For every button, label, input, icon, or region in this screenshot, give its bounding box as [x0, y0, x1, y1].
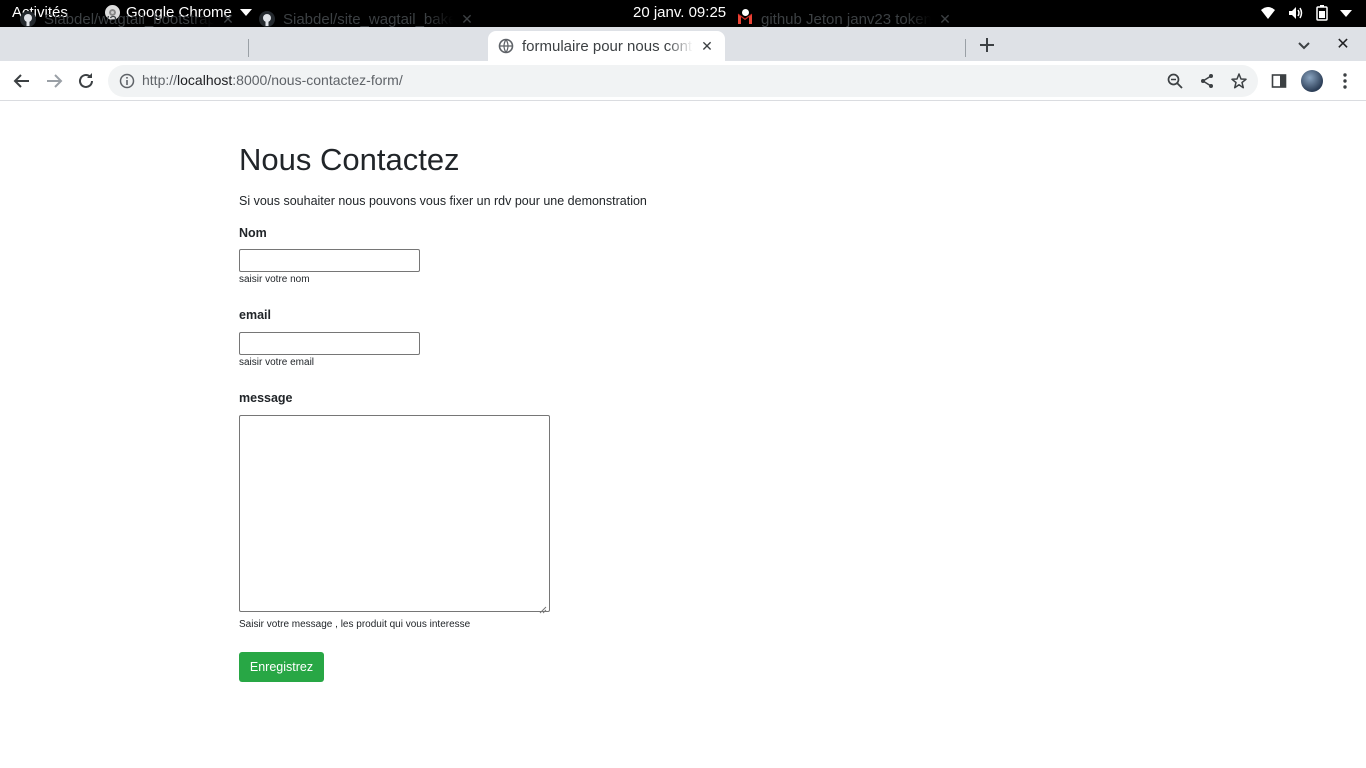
- caret-down-icon: [1340, 9, 1352, 17]
- clock-text: 20 janv. 09:25: [633, 4, 727, 21]
- page-title: Nous Contactez: [239, 142, 460, 177]
- tab-search-button[interactable]: [1294, 35, 1314, 55]
- close-tab-icon[interactable]: ✕: [937, 11, 953, 27]
- submit-button[interactable]: Enregistrez: [239, 652, 324, 682]
- url-path: :8000/nous-contactez-form/: [232, 72, 403, 88]
- email-help-text: saisir votre email: [239, 357, 315, 368]
- window-close-button[interactable]: ✕: [1334, 35, 1352, 53]
- battery-icon: [1316, 5, 1328, 21]
- resize-grip-icon[interactable]: [539, 601, 547, 614]
- volume-icon: [1288, 6, 1304, 20]
- globe-icon: [498, 38, 514, 54]
- github-icon: [20, 11, 36, 27]
- site-info-icon[interactable]: [119, 73, 135, 89]
- tab-site-wagtail-bakery[interactable]: Siabdel/site_wagtail_bakery ✕: [249, 4, 485, 34]
- address-bar[interactable]: http://localhost:8000/nous-contactez-for…: [108, 65, 1258, 97]
- browser-toolbar: http://localhost:8000/nous-contactez-for…: [0, 61, 1366, 101]
- message-help-text: Saisir votre message , les produit qui v…: [239, 619, 471, 630]
- tab-title: formulaire pour nous contacter: [522, 37, 693, 55]
- forward-button[interactable]: [42, 69, 66, 93]
- close-tab-icon[interactable]: ✕: [220, 11, 236, 27]
- email-input[interactable]: [239, 332, 420, 355]
- tab-github-jeton[interactable]: github Jeton janv23 token ✕: [727, 4, 963, 34]
- gmail-icon: [737, 11, 753, 27]
- nom-label: Nom: [239, 226, 267, 240]
- bookmark-star-icon[interactable]: [1230, 72, 1248, 90]
- zoom-icon[interactable]: [1166, 72, 1184, 90]
- tab-title: Siabdel/site_wagtail_bakery: [283, 10, 453, 28]
- more-menu-icon[interactable]: [1335, 71, 1355, 91]
- new-tab-button[interactable]: [975, 33, 999, 57]
- email-label: email: [239, 308, 271, 322]
- tab-wagtail-bootstrap[interactable]: Siabdel/wagtail_bootstrap ✕: [10, 4, 246, 34]
- nom-input[interactable]: [239, 249, 420, 272]
- nom-help-text: saisir votre nom: [239, 274, 310, 285]
- url-host: localhost: [177, 72, 233, 88]
- url-text: http://localhost:8000/nous-contactez-for…: [142, 72, 403, 88]
- tab-title: Siabdel/wagtail_bootstrap: [44, 10, 214, 28]
- intro-text: Si vous souhaiter nous pouvons vous fixe…: [239, 194, 647, 208]
- side-panel-icon[interactable]: [1269, 71, 1289, 91]
- system-tray[interactable]: [1260, 5, 1352, 21]
- message-label: message: [239, 391, 293, 405]
- tab-formulaire-contact[interactable]: formulaire pour nous contacter ✕: [488, 31, 725, 61]
- wifi-icon: [1260, 6, 1276, 20]
- message-textarea[interactable]: [239, 415, 550, 614]
- tab-separator: [248, 39, 249, 57]
- back-button[interactable]: [10, 69, 34, 93]
- github-icon: [259, 11, 275, 27]
- close-tab-icon[interactable]: ✕: [459, 11, 475, 27]
- profile-avatar[interactable]: [1301, 70, 1323, 92]
- tab-title: github Jeton janv23 token: [761, 10, 931, 28]
- url-scheme: http://: [142, 72, 178, 88]
- share-icon[interactable]: [1198, 72, 1216, 90]
- close-tab-icon[interactable]: ✕: [699, 38, 715, 54]
- tab-separator: [965, 39, 966, 57]
- reload-button[interactable]: [74, 69, 98, 93]
